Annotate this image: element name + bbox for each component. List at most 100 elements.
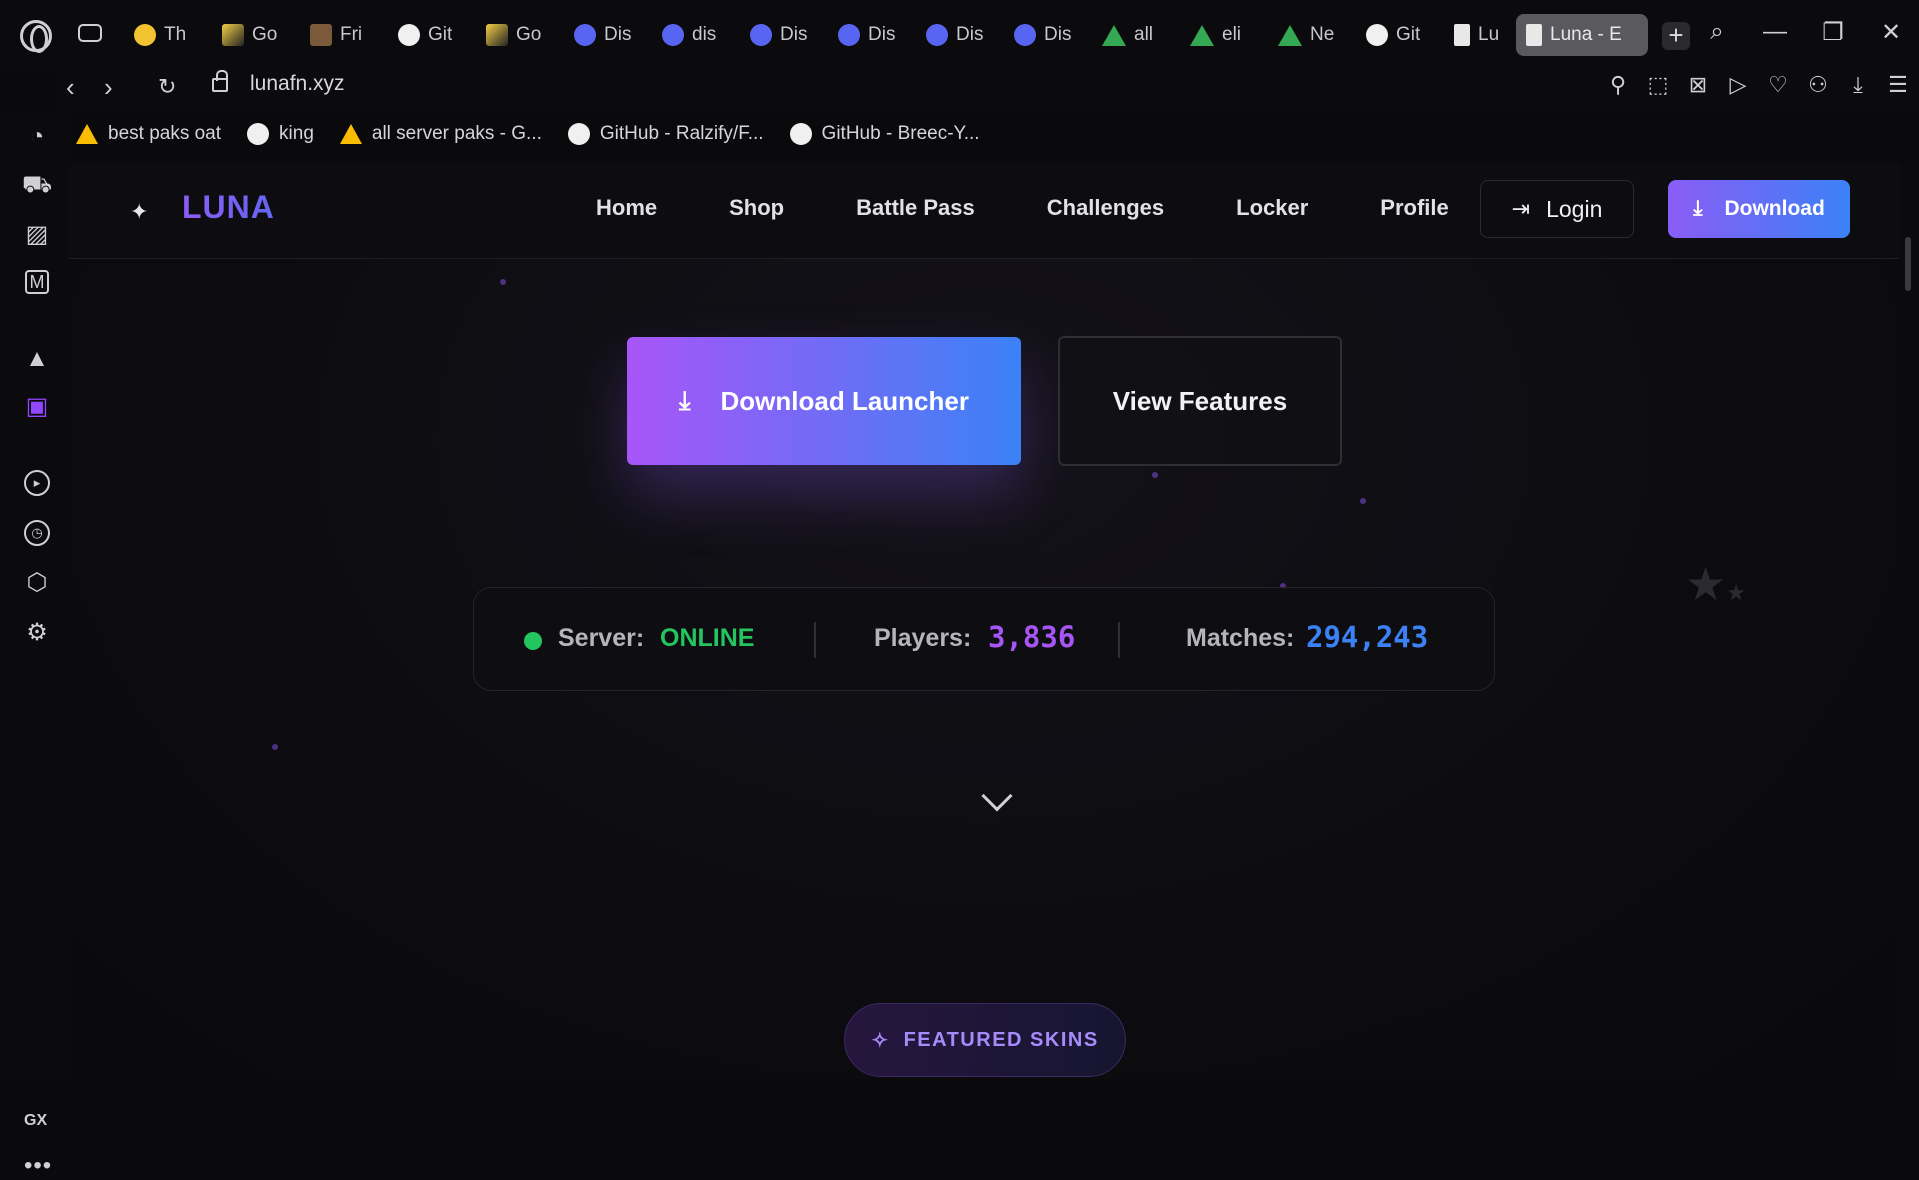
download-icon: ⤓ bbox=[679, 385, 691, 415]
matches-label: Matches: bbox=[1186, 624, 1295, 652]
discord-icon bbox=[926, 24, 948, 46]
players-count: 3,836 bbox=[988, 620, 1076, 654]
adblock-icon[interactable]: ⊠ bbox=[1687, 72, 1709, 98]
brand-logo[interactable]: LUNA bbox=[182, 189, 275, 226]
nav-home[interactable]: Home bbox=[596, 195, 657, 221]
browser-tab[interactable]: Git bbox=[1356, 14, 1444, 56]
browser-tab[interactable]: dis bbox=[652, 14, 740, 56]
scroll-down-chevron-icon[interactable] bbox=[981, 780, 1013, 812]
drive-icon bbox=[76, 124, 98, 144]
site-header: ✦ LUNA Home Shop Battle Pass Challenges … bbox=[68, 163, 1899, 259]
bookmark-item[interactable]: all server paks - G... bbox=[339, 123, 542, 145]
particle-decoration bbox=[500, 279, 506, 285]
browser-tab[interactable]: Git bbox=[388, 14, 476, 56]
view-features-button[interactable]: View Features bbox=[1058, 336, 1342, 466]
forward-icon[interactable]: › bbox=[104, 72, 113, 103]
browser-tab[interactable]: eli bbox=[1180, 14, 1268, 56]
browser-tab-bar: Th Go Fri Git Go Dis dis Dis Dis Dis Dis… bbox=[0, 0, 1919, 68]
picture-icon bbox=[310, 24, 332, 46]
minimize-icon[interactable]: — bbox=[1761, 18, 1789, 47]
close-icon[interactable]: ✕ bbox=[1877, 18, 1905, 47]
heart-icon[interactable]: ♡ bbox=[1767, 72, 1789, 98]
aria-icon[interactable]: ▲ bbox=[22, 344, 52, 374]
bookmark-item[interactable]: GitHub - Ralzify/F... bbox=[567, 123, 764, 145]
download-launcher-button[interactable]: ⤓ Download Launcher bbox=[627, 337, 1021, 465]
browser-tab[interactable]: Ne bbox=[1268, 14, 1356, 56]
browser-sidebar: ◔ ⛟ ▨ M ▲ ▣ ▸ ◷ ⬡ ⚙ GX ••• bbox=[0, 112, 72, 1179]
lock-icon[interactable] bbox=[212, 70, 228, 92]
download-icon: ⤓ bbox=[1693, 197, 1703, 220]
browser-tab[interactable]: Fri bbox=[300, 14, 388, 56]
sparkle-icon: ✧ bbox=[871, 1029, 890, 1052]
extensions-icon[interactable]: ⬡ bbox=[22, 568, 52, 598]
wing-icon bbox=[486, 24, 508, 46]
emoji-icon bbox=[134, 24, 156, 46]
menu-icon[interactable]: ☰ bbox=[1887, 72, 1909, 98]
github-icon bbox=[1366, 24, 1388, 46]
new-tab-button[interactable]: + bbox=[1662, 22, 1690, 50]
download-button[interactable]: ⤓ Download bbox=[1668, 180, 1850, 238]
pin-icon[interactable]: ⚲ bbox=[1607, 72, 1629, 98]
nav-battle-pass[interactable]: Battle Pass bbox=[856, 195, 975, 221]
settings-icon[interactable]: ⚙ bbox=[22, 618, 52, 648]
history-icon[interactable]: ◷ bbox=[24, 520, 50, 546]
browser-tab[interactable]: Dis bbox=[740, 14, 828, 56]
browser-tab[interactable]: Dis bbox=[1004, 14, 1092, 56]
divider bbox=[814, 622, 816, 658]
browser-tab[interactable]: Dis bbox=[916, 14, 1004, 56]
twitch-icon[interactable]: ▣ bbox=[22, 392, 52, 422]
browser-tab[interactable]: Dis bbox=[828, 14, 916, 56]
nav-profile[interactable]: Profile bbox=[1380, 195, 1448, 221]
opera-gx-logo-icon[interactable] bbox=[20, 20, 52, 53]
particle-decoration bbox=[1360, 498, 1366, 504]
discord-icon bbox=[750, 24, 772, 46]
nav-challenges[interactable]: Challenges bbox=[1047, 195, 1164, 221]
browser-tab-active[interactable]: Luna - E bbox=[1516, 14, 1648, 56]
reload-icon[interactable]: ↻ bbox=[158, 74, 176, 100]
player-icon[interactable]: ▸ bbox=[24, 470, 50, 496]
download-icon[interactable]: ⤓ bbox=[1847, 72, 1869, 98]
gx-control-icon[interactable]: ⛟ bbox=[22, 170, 52, 200]
speed-dial-icon[interactable]: ◔ bbox=[22, 122, 52, 152]
gx-corner-icon[interactable]: M bbox=[25, 270, 49, 294]
github-icon bbox=[247, 123, 270, 145]
featured-skins-badge: ✧ FEATURED SKINS bbox=[844, 1003, 1126, 1077]
restore-icon[interactable]: ❐ bbox=[1819, 18, 1847, 47]
sparkle-logo-icon: ✦ bbox=[130, 199, 149, 224]
page-scrollbar[interactable] bbox=[1899, 163, 1919, 1079]
back-icon[interactable]: ‹ bbox=[66, 72, 75, 103]
drive-icon bbox=[1278, 24, 1302, 46]
bookmark-item[interactable]: king bbox=[247, 123, 314, 145]
bookmarks-bar: best paks oat king all server paks - G..… bbox=[76, 114, 980, 154]
page-viewport: ★★ ✦ LUNA Home Shop Battle Pass Challeng… bbox=[68, 163, 1899, 1079]
nav-locker[interactable]: Locker bbox=[1236, 195, 1308, 221]
snapshot-icon[interactable]: ⬚ bbox=[1647, 72, 1669, 98]
browser-tab[interactable]: Lu bbox=[1444, 14, 1516, 56]
browser-tab[interactable]: Go bbox=[212, 14, 300, 56]
gx-label[interactable]: GX bbox=[24, 1112, 47, 1130]
nav-shop[interactable]: Shop bbox=[729, 195, 784, 221]
divider bbox=[1118, 622, 1120, 658]
bookmark-item[interactable]: best paks oat bbox=[76, 123, 221, 145]
player-icon[interactable]: ▷ bbox=[1727, 72, 1749, 98]
browser-tab[interactable]: Dis bbox=[564, 14, 652, 56]
scrollbar-thumb[interactable] bbox=[1905, 237, 1911, 291]
search-icon[interactable]: ⌕ bbox=[1703, 18, 1731, 47]
bookmark-item[interactable]: GitHub - Breec-Y... bbox=[789, 123, 980, 145]
login-button[interactable]: ⇥ Login bbox=[1480, 180, 1634, 238]
document-icon bbox=[1454, 24, 1470, 46]
profile-icon[interactable]: ⚇ bbox=[1807, 72, 1829, 98]
address-bar: ‹ › ↻ lunafn.xyz ⚲ ⬚ ⊠ ▷ ♡ ⚇ ⤓ ☰ bbox=[60, 64, 1919, 112]
server-label: Server: bbox=[558, 624, 645, 652]
browser-tab[interactable]: Th bbox=[124, 14, 212, 56]
tab-switcher-icon[interactable] bbox=[78, 24, 102, 42]
tab-strip: Th Go Fri Git Go Dis dis Dis Dis Dis Dis… bbox=[124, 14, 1648, 56]
gx-cleaner-icon[interactable]: ▨ bbox=[22, 220, 52, 250]
url-field[interactable]: lunafn.xyz bbox=[250, 72, 345, 96]
main-nav: Home Shop Battle Pass Challenges Locker … bbox=[596, 195, 1449, 221]
more-icon[interactable]: ••• bbox=[24, 1152, 52, 1180]
browser-tab[interactable]: all bbox=[1092, 14, 1180, 56]
particle-decoration bbox=[1152, 472, 1158, 478]
browser-tab[interactable]: Go bbox=[476, 14, 564, 56]
document-icon bbox=[1526, 24, 1542, 46]
